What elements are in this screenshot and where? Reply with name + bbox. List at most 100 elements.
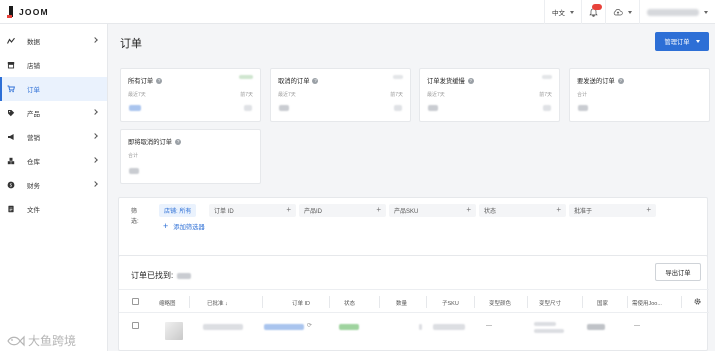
count-value-redacted bbox=[578, 105, 588, 111]
count-value-redacted bbox=[394, 105, 402, 111]
table-row[interactable]: ⟳ — — bbox=[119, 313, 709, 351]
user-menu[interactable] bbox=[639, 0, 715, 24]
joom-logo[interactable]: JOOM bbox=[7, 6, 49, 18]
boxes-icon bbox=[7, 157, 15, 165]
help-icon[interactable]: ? bbox=[156, 77, 163, 84]
trend-value-redacted bbox=[542, 75, 552, 79]
manage-orders-button[interactable]: 管理订单 bbox=[655, 32, 709, 51]
sidebar-item-label: 订单 bbox=[27, 87, 40, 94]
upload-menu[interactable] bbox=[605, 0, 639, 24]
document-icon bbox=[8, 205, 14, 213]
language-label: 中文 bbox=[552, 10, 565, 17]
brand-name: JOOM bbox=[19, 6, 49, 17]
column-header-status: 状态 bbox=[344, 301, 356, 307]
language-selector[interactable]: 中文 bbox=[544, 0, 581, 24]
sidebar-item-label: 店铺 bbox=[27, 63, 40, 70]
coin-icon: $ bbox=[7, 181, 15, 189]
stat-card-cancelled-orders[interactable]: 取消的订单? 最近7天 前7天 bbox=[270, 68, 411, 122]
card-title: 取消的订单 bbox=[278, 78, 310, 85]
chevron-right-icon bbox=[92, 157, 98, 163]
help-icon[interactable]: ? bbox=[467, 77, 474, 84]
count-value-redacted bbox=[244, 105, 252, 111]
sidebar-item-finance[interactable]: $ 财务 bbox=[0, 173, 107, 197]
help-icon[interactable]: ? bbox=[617, 77, 624, 84]
export-orders-button[interactable]: 导出订单 bbox=[655, 263, 701, 281]
plus-icon: + bbox=[556, 205, 561, 214]
plus-icon: + bbox=[466, 205, 471, 214]
column-divider bbox=[262, 296, 263, 308]
filter-chip-order-id[interactable]: 订单 ID + bbox=[209, 204, 296, 217]
card-title: 所有订单 bbox=[128, 78, 154, 85]
column-header-approved[interactable]: 已批准 ↓ bbox=[207, 299, 228, 307]
stat-card-slow-shipping[interactable]: 订单发货缓慢? 最近7天 前7天 bbox=[419, 68, 560, 122]
chevron-down-icon bbox=[628, 10, 632, 14]
select-all-checkbox[interactable] bbox=[132, 298, 139, 305]
tag-icon bbox=[8, 110, 15, 117]
sidebar-item-label: 数据 bbox=[27, 39, 40, 46]
column-header-country: 国家 bbox=[597, 301, 609, 307]
orders-count-redacted bbox=[177, 272, 192, 279]
orders-found-header: 订单已找到: bbox=[131, 270, 192, 281]
filter-chip-product-sku[interactable]: 产品SKU + bbox=[389, 204, 476, 217]
logo-mark-icon bbox=[7, 6, 13, 18]
column-divider bbox=[627, 296, 628, 308]
cart-icon bbox=[7, 85, 15, 93]
column-header-variant-size: 变型尺寸 bbox=[539, 301, 562, 307]
page-title: 订单 bbox=[120, 38, 142, 50]
row-checkbox[interactable] bbox=[132, 322, 139, 329]
column-divider bbox=[474, 296, 475, 308]
help-icon[interactable]: ? bbox=[312, 77, 319, 84]
copy-icon[interactable]: ⟳ bbox=[307, 322, 312, 329]
card-subtitle: 前7天 bbox=[539, 92, 552, 98]
chevron-right-icon bbox=[92, 37, 98, 43]
filter-chip-status[interactable]: 状态 + bbox=[479, 204, 566, 217]
plus-icon: + bbox=[286, 205, 291, 214]
sidebar-item-products[interactable]: 产品 bbox=[0, 101, 107, 125]
status-redacted bbox=[339, 324, 359, 330]
column-divider bbox=[329, 296, 330, 308]
filter-chip-approved-at[interactable]: 批准于 + bbox=[569, 204, 656, 217]
sidebar-item-marketing[interactable]: 营销 bbox=[0, 125, 107, 149]
svg-text:$: $ bbox=[10, 183, 13, 189]
sidebar-item-label: 营销 bbox=[27, 135, 40, 142]
filter-chip-label: 状态 bbox=[484, 209, 497, 215]
variant-color-cell: — bbox=[486, 323, 492, 329]
count-value-redacted bbox=[129, 105, 141, 111]
column-header-order-id: 订单 ID bbox=[292, 301, 311, 307]
column-header-thumbnail: 缩略图 bbox=[159, 301, 176, 307]
card-subtitle: 合计 bbox=[128, 153, 139, 159]
column-divider bbox=[379, 296, 380, 308]
sidebar-item-files[interactable]: 文件 bbox=[0, 197, 107, 221]
fish-logo-icon bbox=[7, 335, 25, 346]
plus-icon: + bbox=[646, 205, 651, 214]
sidebar-item-warehouse[interactable]: 仓库 bbox=[0, 149, 107, 173]
stat-card-about-to-cancel[interactable]: 即将取消的订单? 合计 bbox=[120, 129, 261, 184]
notification-badge bbox=[592, 3, 602, 10]
filter-chip-product-id[interactable]: 产品ID + bbox=[299, 204, 386, 217]
column-divider bbox=[527, 296, 528, 308]
chevron-right-icon bbox=[92, 133, 98, 139]
chevron-right-icon bbox=[92, 109, 98, 115]
add-filter-button[interactable]: + 添加筛选器 bbox=[163, 221, 205, 231]
stat-card-all-orders[interactable]: 所有订单? 最近7天 前7天 bbox=[120, 68, 261, 122]
approved-date-redacted bbox=[203, 324, 243, 330]
plus-icon: + bbox=[376, 205, 381, 214]
sidebar-item-orders[interactable]: 订单 bbox=[0, 77, 107, 101]
order-id-link-redacted[interactable] bbox=[264, 324, 304, 330]
sidebar-item-data[interactable]: 数据 bbox=[0, 29, 107, 53]
watermark: 大鱼跨境 bbox=[6, 332, 76, 349]
user-name-redacted bbox=[647, 8, 699, 16]
table-settings-button[interactable] bbox=[693, 297, 702, 306]
card-subtitle: 最近7天 bbox=[427, 92, 445, 98]
stat-card-to-send[interactable]: 要发送的订单? 合计 bbox=[569, 68, 710, 122]
country-redacted bbox=[587, 324, 605, 330]
filter-chip-store[interactable]: 店铺: 所有 bbox=[159, 204, 197, 217]
variant-size-redacted bbox=[534, 329, 564, 333]
column-header-quantity: 数量 bbox=[396, 301, 408, 307]
help-icon[interactable]: ? bbox=[175, 138, 182, 145]
sub-sku-redacted bbox=[433, 324, 465, 330]
sidebar-item-store[interactable]: 店铺 bbox=[0, 53, 107, 77]
trend-value-redacted bbox=[239, 75, 253, 79]
notifications-button[interactable] bbox=[581, 0, 605, 24]
count-value-redacted bbox=[129, 168, 139, 174]
